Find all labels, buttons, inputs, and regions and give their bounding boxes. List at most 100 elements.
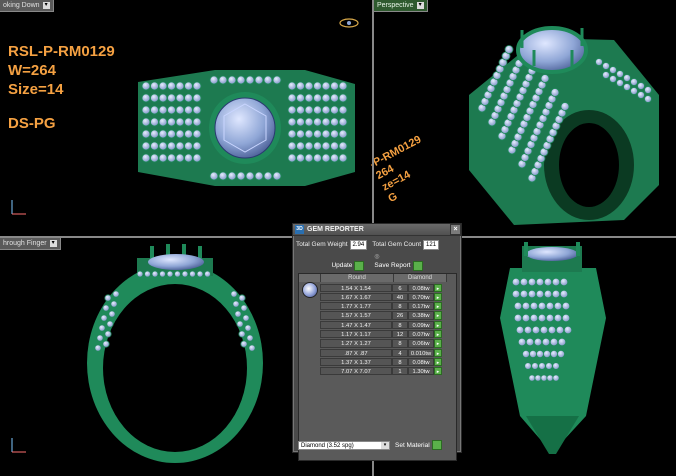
melee-stone [141,81,151,91]
melee-stone [232,300,240,308]
actions-row: Update Save Report [293,260,461,271]
select-row-icon[interactable]: ▸ [434,348,442,357]
set-material-button[interactable]: Set Material [395,440,442,450]
melee-stone [246,334,254,342]
melee-stone [545,313,555,323]
gem-weight: 0.07tw [408,329,434,339]
select-row-icon[interactable]: ▸ [434,283,442,292]
gem-size: 1.57 X 1.57 [320,311,392,320]
melee-stone [555,325,565,335]
melee-stone [616,70,624,78]
melee-stone [549,350,558,359]
gem-row[interactable]: 1.27 X 1.27 8 0.06tw ▸ [320,339,442,348]
axis-triad-icon [11,438,26,453]
melee-stone [167,81,176,91]
melee-stone [556,350,565,359]
gem-reporter-panel[interactable]: 3D GEM REPORTER × Total Gem Weight 2.94 … [292,223,462,461]
melee-stone [561,313,571,323]
gem-row[interactable]: .87 X .87 4 0.010tw ▸ [320,348,442,357]
melee-stone [150,141,159,151]
select-row-icon[interactable]: ▸ [434,302,442,311]
material-row: Diamond (3.52 spg) ▾ Set Material [298,440,442,450]
gem-row[interactable]: 1.67 X 1.67 40 0.70tw ▸ [320,292,442,302]
melee-stone [287,129,297,139]
melee-stone [175,129,185,139]
gem-row[interactable]: 1.37 X 1.37 8 0.08tw ▸ [320,357,442,367]
melee-stone [106,320,114,328]
melee-stone [535,277,545,287]
gem-row[interactable]: 1.54 X 1.54 6 0.08tw ▸ [320,283,442,292]
melee-stone [141,153,151,163]
select-row-icon[interactable]: ▸ [434,339,442,348]
gem-weight: 0.38tw [408,311,434,320]
save-report-button[interactable]: Save Report [374,260,423,271]
select-row-icon[interactable]: ▸ [434,311,442,320]
gem-row[interactable]: 1.57 X 1.57 26 0.38tw ▸ [320,311,442,320]
melee-stone [313,129,322,139]
melee-stone [150,129,159,139]
melee-stone [304,105,314,115]
melee-stone [110,300,118,308]
melee-stone [254,171,264,181]
select-row-icon[interactable]: ▸ [434,357,442,367]
melee-stone [304,141,314,151]
melee-stone [595,58,603,66]
gem-weight: 0.17tw [408,302,434,311]
melee-stone [313,153,322,163]
gem-weight: 0.09tw [408,320,434,329]
melee-stone [192,117,202,127]
melee-stone [513,313,523,323]
gem-size: 1.17 X 1.17 [320,329,392,339]
melee-stone [523,325,533,335]
melee-stone [192,93,202,103]
gem-row[interactable]: 1.47 X 1.47 8 0.09tw ▸ [320,320,442,329]
gem-row[interactable]: 1.17 X 1.17 12 0.07tw ▸ [320,329,442,339]
melee-stone [227,171,237,181]
update-go-icon [354,260,365,271]
melee-stone [644,86,652,94]
gem-weight: 1.30tw [408,367,434,376]
melee-stone [254,75,264,85]
melee-stone [102,340,110,348]
melee-stone [141,141,151,151]
viewport-looking-down[interactable]: oking Down ▾ RSL-P-RM0129 W=264 Size=14 … [0,0,372,236]
melee-stone [175,105,185,115]
melee-stone [511,289,521,299]
melee-stone [330,141,339,151]
melee-stone [321,93,331,103]
melee-stone [192,81,202,91]
select-row-icon[interactable]: ▸ [434,329,442,339]
melee-stone [175,117,185,127]
select-row-icon[interactable]: ▸ [434,367,442,376]
diamond-icon [302,282,318,298]
melee-stone [236,320,244,328]
melee-stone [338,81,348,91]
select-row-icon[interactable]: ▸ [434,292,442,302]
gem-reporter-titlebar[interactable]: 3D GEM REPORTER × [293,224,461,236]
gem-size: 1.54 X 1.54 [320,283,392,292]
gem-row[interactable]: 1.77 X 1.77 8 0.17tw ▸ [320,302,442,311]
update-button[interactable]: Update [331,260,365,271]
melee-stone [296,153,305,163]
gem-row[interactable]: 7.07 X 7.07 1 1.30tw ▸ [320,367,442,376]
viewport-perspective[interactable]: Perspective ▾ [374,0,676,236]
melee-stone [296,129,305,139]
melee-stone [504,45,514,54]
gem-count: 12 [392,329,408,339]
melee-stone [167,129,176,139]
set-material-label: Set Material [395,441,430,449]
melee-stone [338,105,348,115]
melee-stone [304,93,314,103]
close-icon[interactable]: × [450,224,461,235]
ring-thumbnail-icon [339,18,359,28]
melee-stone [209,171,219,181]
melee-stone [552,374,560,382]
material-select[interactable]: Diamond (3.52 spg) ▾ [298,440,390,450]
total-weight-value: 2.94 [349,239,368,250]
melee-stone [321,153,331,163]
collapse-icon[interactable]: ◎ [374,253,379,260]
gem-list[interactable]: Round Diamond 1.54 X 1.54 6 0.08tw ▸ 1.67 X … [298,273,457,461]
melee-stone [102,304,110,312]
select-row-icon[interactable]: ▸ [434,320,442,329]
melee-stone [338,129,348,139]
